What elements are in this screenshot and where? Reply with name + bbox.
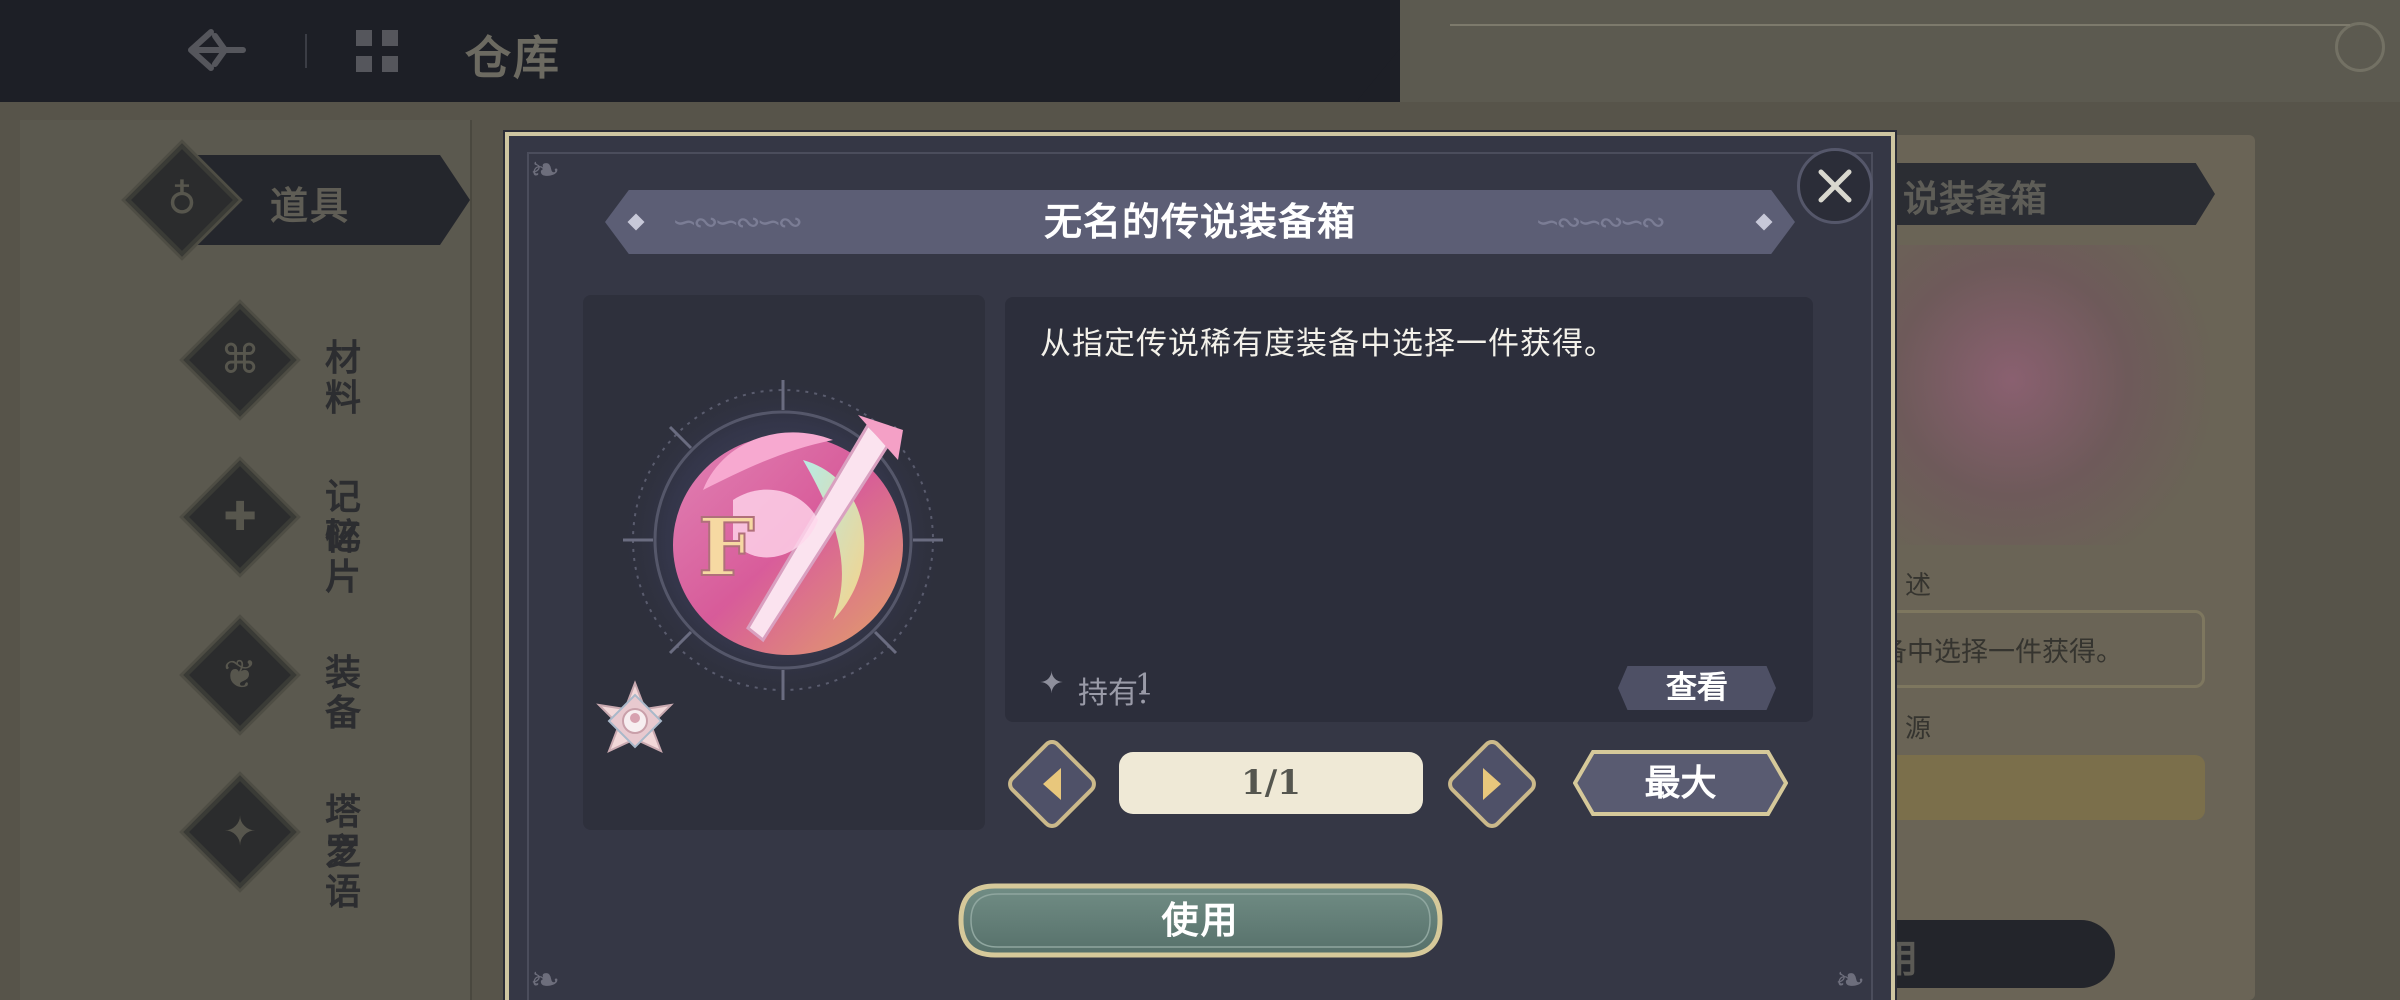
item-description: 从指定传说稀有度装备中选择一件获得。	[1040, 326, 1616, 362]
rarity-badge-icon	[592, 678, 678, 764]
quantity-field[interactable]: 1/1	[1119, 752, 1423, 814]
top-right-area	[1400, 0, 2400, 102]
max-button-label: 最大	[1644, 762, 1717, 804]
use-button-label: 使用	[1161, 898, 1240, 942]
sidebar-item-label: 装备	[325, 652, 364, 734]
warehouse-icon	[352, 26, 402, 76]
chevron-right-icon	[1458, 750, 1526, 818]
detail-source-bar	[1880, 755, 2205, 820]
page-title: 仓库	[465, 31, 561, 85]
sparkle-icon: ✦	[1039, 666, 1065, 701]
sidebar-item-items[interactable]: ♁ 道具	[125, 143, 480, 257]
detail-item-art	[1880, 245, 2210, 545]
corner-ornament-icon: ❧	[1835, 960, 1866, 1000]
corner-ornament-icon: ❧	[530, 960, 561, 1000]
svg-text:F: F	[698, 500, 755, 594]
top-right-icon	[2335, 22, 2385, 72]
sidebar-item-label-line2: 碎片	[325, 516, 364, 598]
top-right-divider	[1450, 24, 2350, 26]
detail-title: 说装备箱	[1903, 178, 2048, 220]
detail-description-text: 备中选择一件获得。	[1880, 637, 2123, 668]
sidebar-item-label-line2: 之语	[325, 831, 364, 913]
sidebar-item-label: 道具	[270, 183, 351, 228]
sidebar-item-label: 材料	[325, 337, 364, 419]
bird-icon: ❦	[223, 652, 257, 698]
owned-count: 1	[1135, 668, 1155, 703]
view-button-label: 查看	[1666, 670, 1728, 706]
chevron-left-icon	[1018, 750, 1086, 818]
close-icon	[1818, 169, 1852, 203]
dialog-title: 无名的传说装备箱	[1043, 199, 1356, 244]
puzzle-icon: ✚	[223, 494, 257, 540]
detail-description-label: 述	[1905, 571, 1932, 601]
header-divider	[305, 34, 307, 68]
potion-icon: ♁	[167, 177, 197, 223]
legendary-equipment-box-icon: F	[613, 370, 953, 710]
scroll-icon: ⌘	[220, 337, 260, 383]
close-button[interactable]	[1797, 148, 1873, 224]
corner-ornament-icon: ❧	[530, 150, 561, 191]
back-arrow-icon[interactable]	[185, 22, 249, 78]
sidebar-divider	[470, 120, 472, 1000]
detail-source-label: 源	[1905, 714, 1932, 744]
compass-icon: ✦	[223, 809, 257, 855]
